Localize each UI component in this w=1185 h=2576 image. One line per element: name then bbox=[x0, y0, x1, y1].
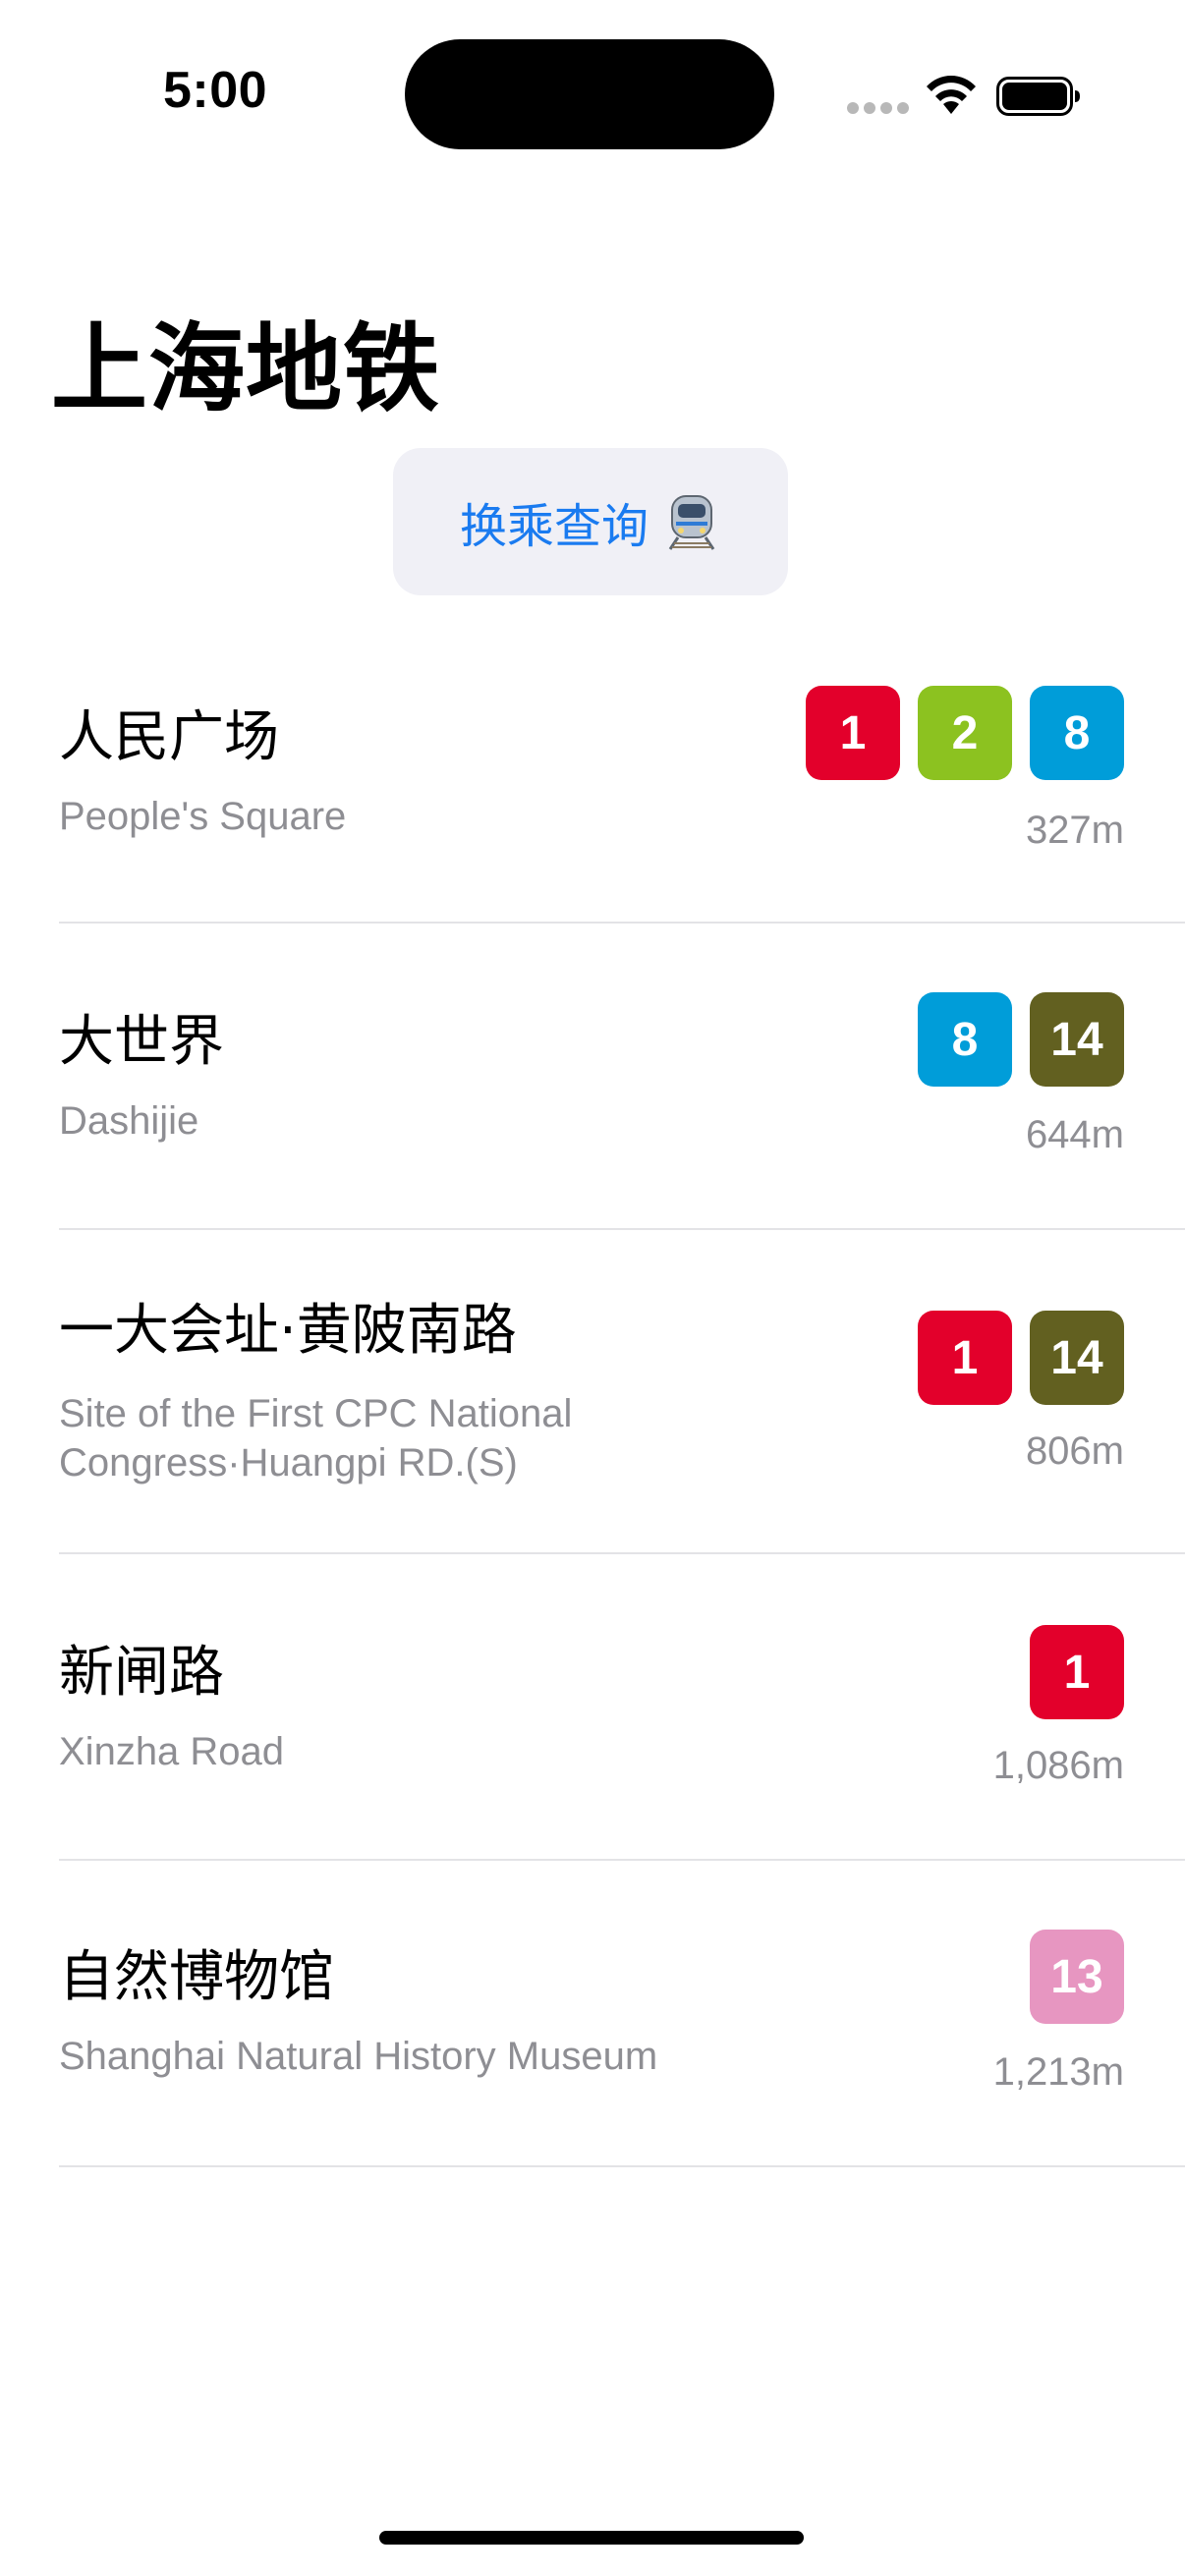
station-name-en: Xinzha Road bbox=[59, 1730, 285, 1773]
station-name: 自然博物馆 bbox=[59, 1945, 334, 2009]
line-badges: 8 14 bbox=[918, 992, 1124, 1087]
line-badges: 1 bbox=[1030, 1625, 1124, 1719]
station-name-en: Shanghai Natural History Museum bbox=[59, 2035, 658, 2078]
line-badges: 1 2 8 bbox=[806, 686, 1124, 780]
line-14-badge: 14 bbox=[1030, 992, 1124, 1087]
station-row-xinzha-lu[interactable]: 新闸路 Xinzha Road 1 1,086m bbox=[0, 1554, 1185, 1859]
line-1-badge: 1 bbox=[806, 686, 900, 780]
station-row-ziran-bowuguan[interactable]: 自然博物馆 Shanghai Natural History Museum 13… bbox=[0, 1861, 1185, 2165]
distance-label: 644m bbox=[1025, 1113, 1124, 1156]
cellular-signal-icon bbox=[847, 102, 909, 114]
line-14-badge: 14 bbox=[1030, 1311, 1124, 1405]
line-1-badge: 1 bbox=[918, 1311, 1012, 1405]
station-name: 一大会址·黄陂南路 bbox=[59, 1299, 517, 1363]
home-indicator[interactable] bbox=[379, 2531, 804, 2545]
station-row-yidahuizhi-huangpi-nanlu[interactable]: 一大会址·黄陂南路 Site of the First CPC National… bbox=[0, 1230, 1185, 1552]
page-title: 上海地铁 bbox=[51, 313, 441, 425]
line-13-badge: 13 bbox=[1030, 1930, 1124, 2024]
transfer-query-label: 换乘查询 bbox=[459, 499, 649, 554]
station-name: 人民广场 bbox=[59, 705, 279, 769]
station-name-en: Site of the First CPC National Congress·… bbox=[59, 1392, 573, 1484]
train-icon bbox=[668, 495, 715, 550]
wifi-icon bbox=[927, 76, 976, 114]
battery-icon bbox=[996, 77, 1080, 116]
line-1-badge: 1 bbox=[1030, 1625, 1124, 1719]
station-name: 大世界 bbox=[59, 1010, 224, 1074]
line-2-badge: 2 bbox=[918, 686, 1012, 780]
line-badges: 13 bbox=[1030, 1930, 1124, 2024]
station-name-en: Dashijie bbox=[59, 1099, 199, 1143]
line-8-badge: 8 bbox=[1030, 686, 1124, 780]
line-8-badge: 8 bbox=[918, 992, 1012, 1087]
distance-label: 1,086m bbox=[992, 1744, 1124, 1787]
divider bbox=[59, 2165, 1185, 2167]
station-name-en: People's Square bbox=[59, 795, 347, 838]
status-time: 5:00 bbox=[163, 62, 268, 119]
station-name: 新闸路 bbox=[59, 1641, 224, 1705]
line-badges: 1 14 bbox=[918, 1311, 1124, 1405]
station-row-renmin-guangchang[interactable]: 人民广场 People's Square 1 2 8 327m bbox=[0, 617, 1185, 922]
station-row-dashijie[interactable]: 大世界 Dashijie 8 14 644m bbox=[0, 924, 1185, 1228]
distance-label: 1,213m bbox=[992, 2050, 1124, 2094]
distance-label: 806m bbox=[1025, 1429, 1124, 1473]
distance-label: 327m bbox=[1025, 809, 1124, 852]
dynamic-island bbox=[405, 39, 774, 149]
transfer-query-button[interactable]: 换乘查询 bbox=[393, 448, 788, 595]
